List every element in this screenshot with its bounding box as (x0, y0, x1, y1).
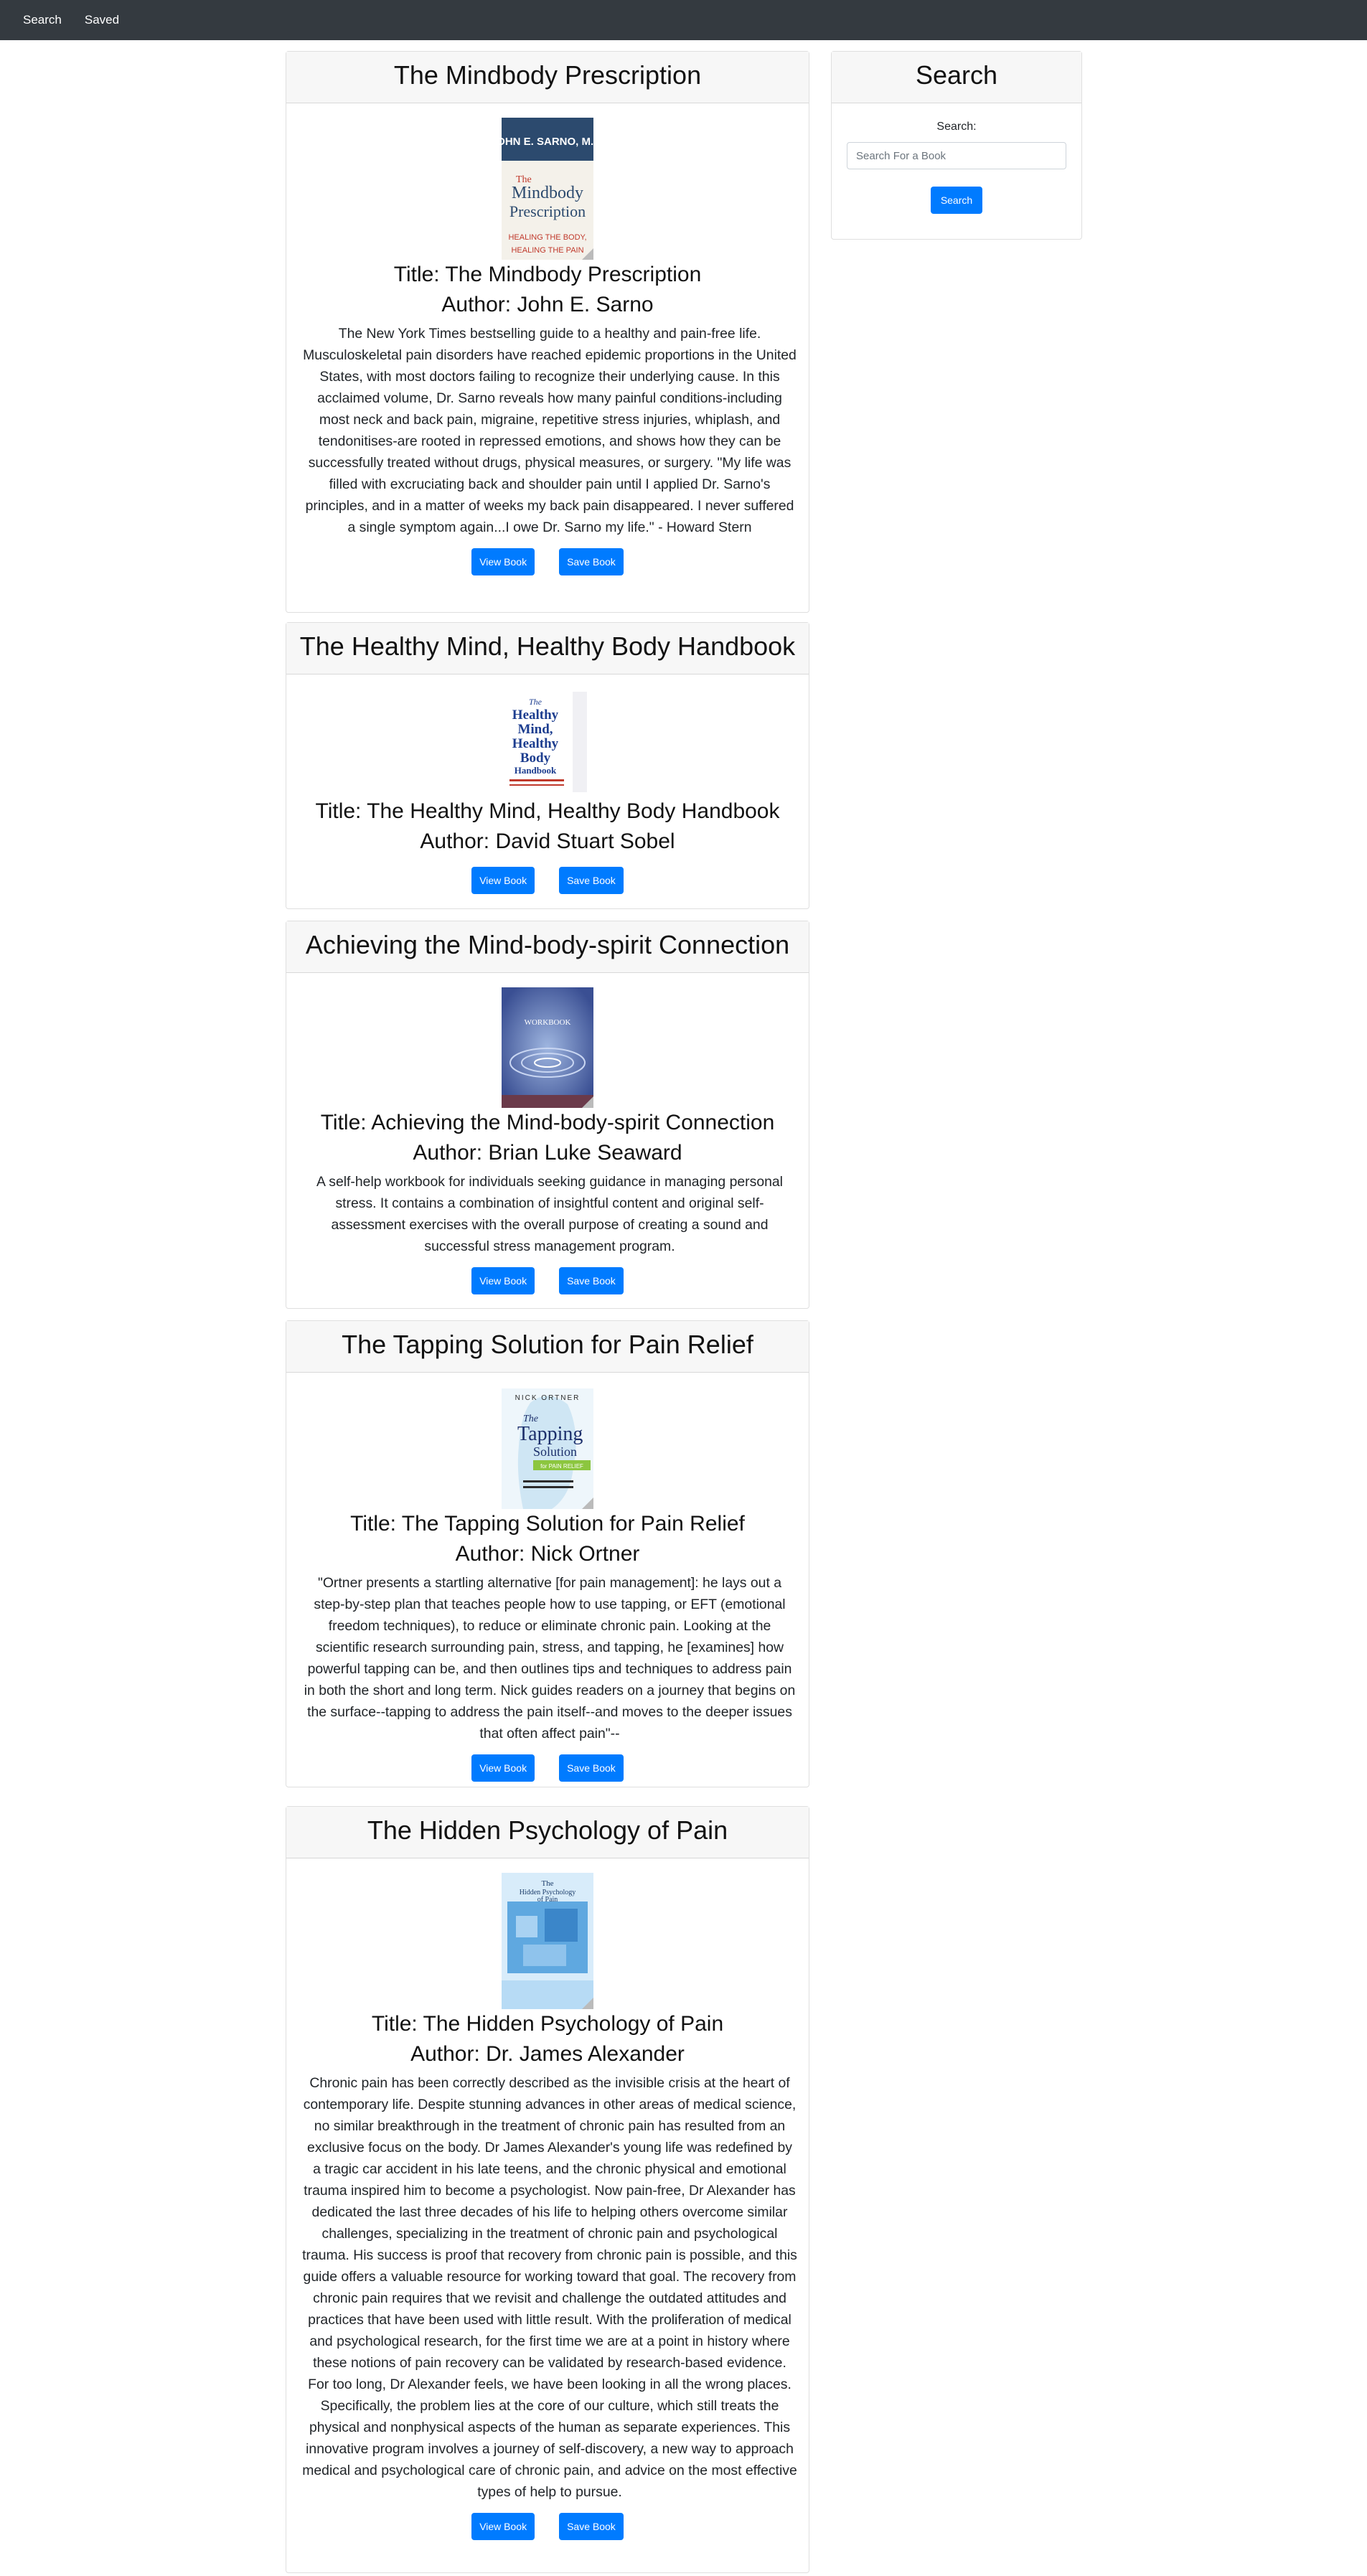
book-author: Author: Nick Ortner (455, 1542, 640, 1566)
book-title: Title: The Hidden Psychology of Pain (371, 2012, 724, 2036)
nav-link-saved[interactable]: Saved (73, 0, 131, 40)
search-label: Search: (936, 121, 977, 133)
book-cover-image: The Healthy Mind, Healthy Body Handbook (505, 689, 590, 796)
search-input[interactable] (847, 142, 1066, 169)
save-book-button[interactable]: Save Book (559, 867, 624, 894)
book-title: Title: The Healthy Mind, Healthy Body Ha… (315, 799, 780, 823)
book-card: The Hidden Psychology of Pain The Hidden… (286, 1806, 809, 2573)
search-panel-header: Search (832, 52, 1081, 103)
book-title: Title: The Mindbody Prescription (393, 263, 702, 286)
book-card-header: The Mindbody Prescription (286, 52, 809, 103)
nav-link-search[interactable]: Search (11, 0, 73, 40)
view-book-button[interactable]: View Book (471, 548, 535, 575)
cover-text: for PAIN RELIEF (540, 1463, 583, 1470)
book-card: The Healthy Mind, Healthy Body Handbook … (286, 622, 809, 909)
cover-text: Mind, (517, 722, 553, 737)
book-card-header: The Hidden Psychology of Pain (286, 1807, 809, 1858)
cover-text: of Pain (537, 1896, 558, 1904)
book-card-header: The Tapping Solution for Pain Relief (286, 1321, 809, 1373)
book-card-header: The Healthy Mind, Healthy Body Handbook (286, 623, 809, 674)
book-cover-image: JOHN E. SARNO, M.D. The Mindbody Prescri… (502, 118, 593, 260)
cover-text: NICK ORTNER (515, 1394, 581, 1402)
cover-text: Mindbody (512, 184, 583, 202)
book-author: Author: David Stuart Sobel (420, 829, 675, 853)
search-button[interactable]: Search (930, 187, 983, 214)
view-book-button[interactable]: View Book (471, 2513, 535, 2540)
book-card: The Mindbody Prescription JOHN E. SARNO,… (286, 51, 809, 613)
view-book-button[interactable]: View Book (471, 1754, 535, 1782)
cover-text: JOHN E. SARNO, M.D. (502, 136, 593, 148)
book-author: Author: John E. Sarno (441, 293, 654, 316)
view-book-button[interactable]: View Book (471, 1267, 535, 1294)
top-navbar: Search Saved (0, 0, 1367, 40)
cover-text: Healthy (512, 736, 559, 751)
book-cover-image: WORKBOOK (502, 987, 593, 1108)
cover-text: Body (520, 751, 551, 766)
book-description: The New York Times bestselling guide to … (303, 326, 797, 535)
cover-text: Healthy (512, 708, 559, 723)
cover-text: The (541, 1879, 553, 1888)
view-book-button[interactable]: View Book (471, 867, 535, 894)
book-card-header: Achieving the Mind-body-spirit Connectio… (286, 921, 809, 973)
search-panel: Search Search: Search (831, 51, 1082, 240)
book-author: Author: Brian Luke Seaward (413, 1141, 682, 1165)
save-book-button[interactable]: Save Book (559, 2513, 624, 2540)
book-cover-image: NICK ORTNER The Tapping Solution for PAI… (502, 1388, 593, 1509)
book-title: Title: The Tapping Solution for Pain Rel… (350, 1512, 745, 1536)
book-title: Title: Achieving the Mind-body-spirit Co… (320, 1111, 775, 1134)
cover-text: The (529, 697, 542, 707)
save-book-button[interactable]: Save Book (559, 1267, 624, 1294)
book-description: "Ortner presents a startling alternative… (304, 1575, 796, 1741)
save-book-button[interactable]: Save Book (559, 1754, 624, 1782)
save-book-button[interactable]: Save Book (559, 548, 624, 575)
cover-text: Tapping (517, 1423, 583, 1445)
cover-text: Handbook (515, 765, 557, 776)
book-cover-image: The Hidden Psychology of Pain (502, 1873, 593, 2009)
book-description: A self-help workbook for individuals see… (316, 1174, 783, 1254)
book-card: Achieving the Mind-body-spirit Connectio… (286, 921, 809, 1309)
cover-text: Solution (533, 1444, 577, 1459)
cover-text: HEALING THE PAIN (511, 246, 583, 255)
book-author: Author: Dr. James Alexander (410, 2042, 685, 2066)
cover-text: HEALING THE BODY, (508, 233, 586, 242)
book-card: The Tapping Solution for Pain Relief NIC… (286, 1320, 809, 1787)
cover-text: WORKBOOK (525, 1018, 571, 1027)
cover-text: Prescription (509, 202, 586, 220)
book-description: Chronic pain has been correctly describe… (302, 2075, 797, 2500)
